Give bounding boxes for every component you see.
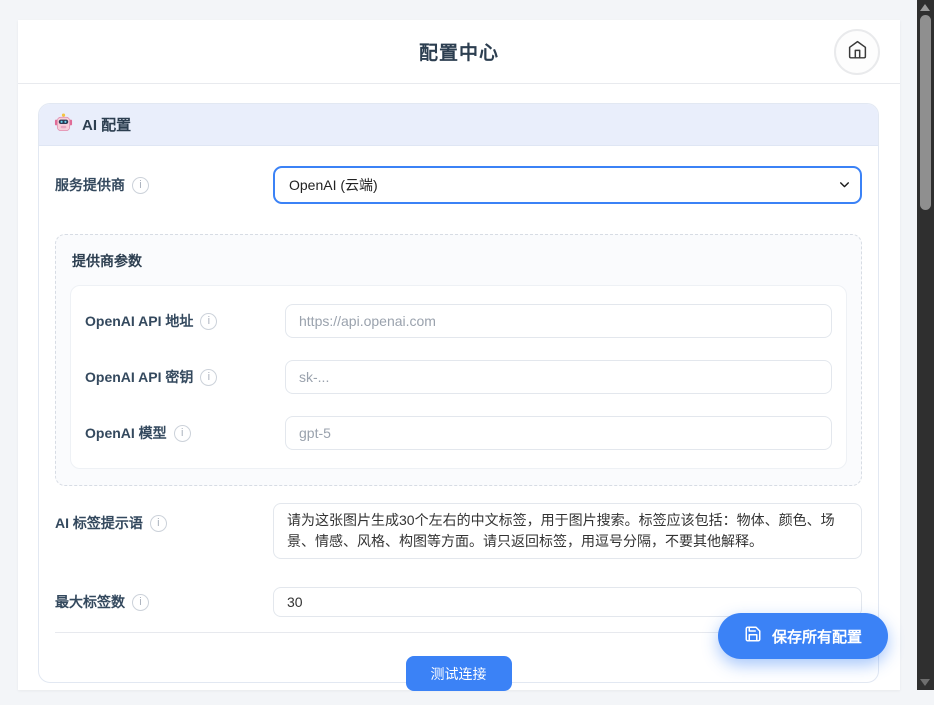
provider-label: 服务提供商 bbox=[55, 175, 125, 195]
scrollbar[interactable] bbox=[917, 0, 934, 690]
model-label-group: OpenAI 模型 i bbox=[85, 423, 285, 443]
info-icon[interactable]: i bbox=[132, 594, 149, 611]
home-button[interactable] bbox=[834, 29, 880, 75]
model-input[interactable] bbox=[285, 416, 832, 450]
provider-select[interactable]: OpenAI (云端) bbox=[273, 166, 862, 204]
info-icon[interactable]: i bbox=[200, 313, 217, 330]
info-icon[interactable]: i bbox=[174, 425, 191, 442]
scrollbar-down-arrow-icon[interactable] bbox=[920, 679, 930, 686]
model-label: OpenAI 模型 bbox=[85, 423, 167, 443]
provider-label-group: 服务提供商 i bbox=[55, 175, 273, 195]
robot-icon bbox=[54, 113, 73, 136]
ai-config-section-title: AI 配置 bbox=[82, 114, 131, 135]
page-header: 配置中心 bbox=[18, 20, 900, 84]
save-all-config-button[interactable]: 保存所有配置 bbox=[718, 613, 888, 659]
test-button-row: 测试连接 bbox=[55, 656, 862, 691]
api-key-row: OpenAI API 密钥 i bbox=[85, 360, 832, 394]
provider-params-box: 提供商参数 OpenAI API 地址 i OpenAI API 密钥 i bbox=[55, 234, 862, 486]
scrollbar-thumb[interactable] bbox=[920, 15, 931, 210]
model-row: OpenAI 模型 i bbox=[85, 416, 832, 450]
ai-config-section-header: AI 配置 bbox=[39, 104, 878, 146]
save-button-label: 保存所有配置 bbox=[772, 626, 862, 647]
save-icon bbox=[744, 625, 762, 647]
prompt-textarea[interactable]: 请为这张图片生成30个左右的中文标签，用于图片搜索。标签应该包括：物体、颜色、场… bbox=[273, 503, 862, 559]
provider-row: 服务提供商 i OpenAI (云端) bbox=[55, 166, 862, 204]
prompt-label-group: AI 标签提示语 i bbox=[55, 503, 273, 533]
max-tags-label-group: 最大标签数 i bbox=[55, 592, 273, 612]
info-icon[interactable]: i bbox=[200, 369, 217, 386]
api-key-label: OpenAI API 密钥 bbox=[85, 367, 193, 387]
prompt-label: AI 标签提示语 bbox=[55, 513, 143, 533]
home-icon bbox=[847, 39, 868, 65]
api-key-input[interactable] bbox=[285, 360, 832, 394]
scrollbar-up-arrow-icon[interactable] bbox=[920, 4, 930, 11]
api-url-label: OpenAI API 地址 bbox=[85, 311, 193, 331]
config-card: 配置中心 bbox=[18, 20, 900, 690]
info-icon[interactable]: i bbox=[150, 515, 167, 532]
prompt-row: AI 标签提示语 i 请为这张图片生成30个左右的中文标签，用于图片搜索。标签应… bbox=[55, 503, 862, 559]
api-key-label-group: OpenAI API 密钥 i bbox=[85, 367, 285, 387]
provider-select-wrap: OpenAI (云端) bbox=[273, 166, 862, 204]
api-url-input[interactable] bbox=[285, 304, 832, 338]
test-connection-button[interactable]: 测试连接 bbox=[406, 656, 512, 691]
api-url-row: OpenAI API 地址 i bbox=[85, 304, 832, 338]
info-icon[interactable]: i bbox=[132, 177, 149, 194]
provider-params-card: OpenAI API 地址 i OpenAI API 密钥 i bbox=[70, 285, 847, 469]
max-tags-label: 最大标签数 bbox=[55, 592, 125, 612]
provider-params-title: 提供商参数 bbox=[72, 251, 847, 271]
ai-config-section: AI 配置 服务提供商 i OpenAI (云端) bbox=[38, 103, 879, 683]
api-url-label-group: OpenAI API 地址 i bbox=[85, 311, 285, 331]
page-title: 配置中心 bbox=[419, 38, 499, 65]
